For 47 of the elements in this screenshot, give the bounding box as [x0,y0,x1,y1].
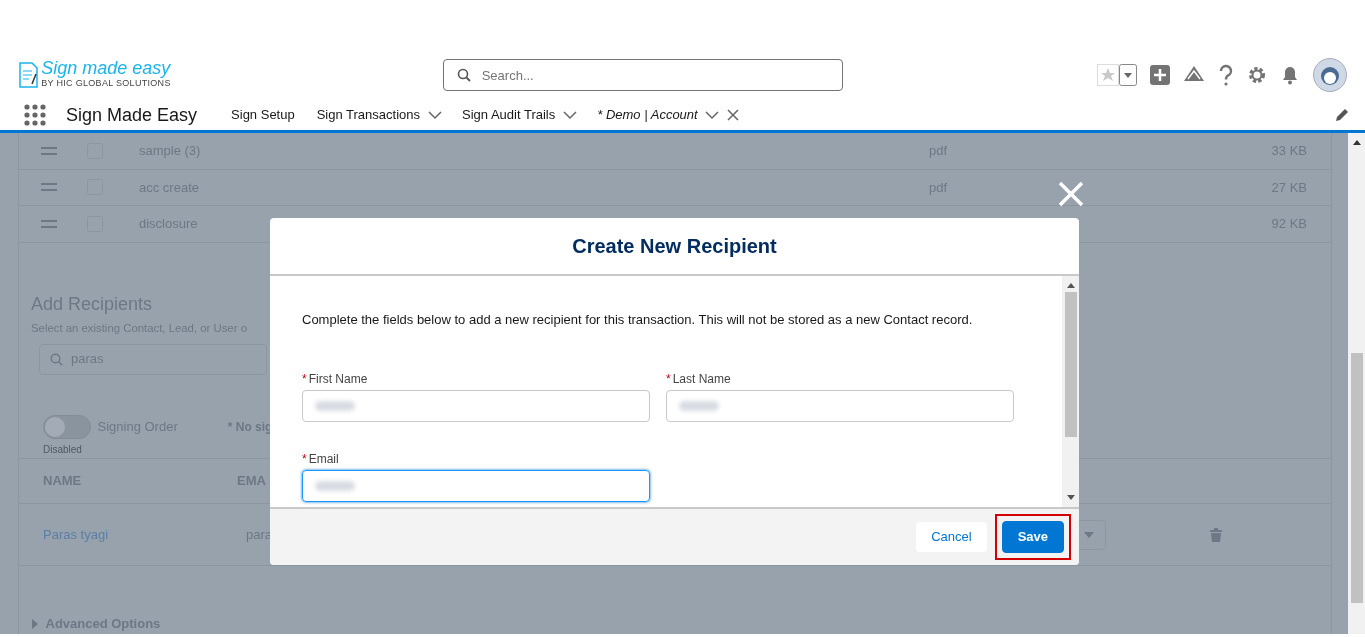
nav-link[interactable]: Sign Setup [231,105,295,125]
required-asterisk: * [302,370,307,388]
toggle-status: Disabled [43,443,82,455]
modal-description: Complete the fields below to add a new recipient for this transaction. This will not be stored as a new Contact record. [302,311,974,329]
drag-handle-icon[interactable] [41,146,57,155]
drag-handle-icon[interactable] [41,183,57,192]
scroll-up-icon[interactable] [1066,282,1075,288]
field-label: First Name [308,370,368,388]
toggle-switch[interactable] [43,414,91,439]
search-icon [50,352,63,366]
required-asterisk: * [666,370,671,388]
search-icon [456,68,471,82]
field-label: Last Name [672,370,731,388]
plus-icon[interactable] [1150,65,1170,85]
input-field[interactable] [666,389,1014,422]
close-icon[interactable] [726,109,739,121]
nav-link[interactable]: Sign Transactions [316,105,421,125]
blurred-value [315,480,355,491]
pencil-icon[interactable] [1335,108,1349,122]
scroll-up-icon[interactable] [1352,139,1361,145]
input-field[interactable] [302,389,650,422]
required-asterisk: * [302,450,307,468]
scrollbar[interactable] [1348,133,1365,634]
scroll-down-icon[interactable] [1066,495,1075,501]
save-button[interactable]: Save [1001,521,1064,553]
nav-tab[interactable]: * Demo | Account [597,105,698,125]
notifications-icon[interactable] [1280,65,1300,85]
document-icon [18,62,38,88]
settings-icon[interactable] [1247,65,1267,85]
help-icon[interactable] [1218,64,1234,86]
scrollbar[interactable] [1062,276,1079,507]
cancel-button[interactable]: Cancel [915,521,988,553]
nav-link[interactable]: Sign Audit Trails [462,105,556,125]
field-label: Email [308,450,339,468]
blurred-value [315,400,355,411]
close-button[interactable] [1058,181,1084,207]
app-launcher-icon[interactable] [24,104,46,126]
blurred-value [679,400,719,411]
logo-subtitle: BY HIC GLOBAL SOLUTIONS [41,78,171,91]
input-field[interactable] [302,469,650,502]
modal-title: Create New Recipient [572,234,777,258]
caret-icon[interactable] [1119,64,1137,86]
logo-title: Sign made easy [41,59,171,78]
app-name: Sign Made Easy [66,103,198,127]
avatar-icon[interactable] [1313,58,1347,92]
drag-handle-icon[interactable] [41,219,57,228]
search-field[interactable]: Search... [442,59,843,91]
